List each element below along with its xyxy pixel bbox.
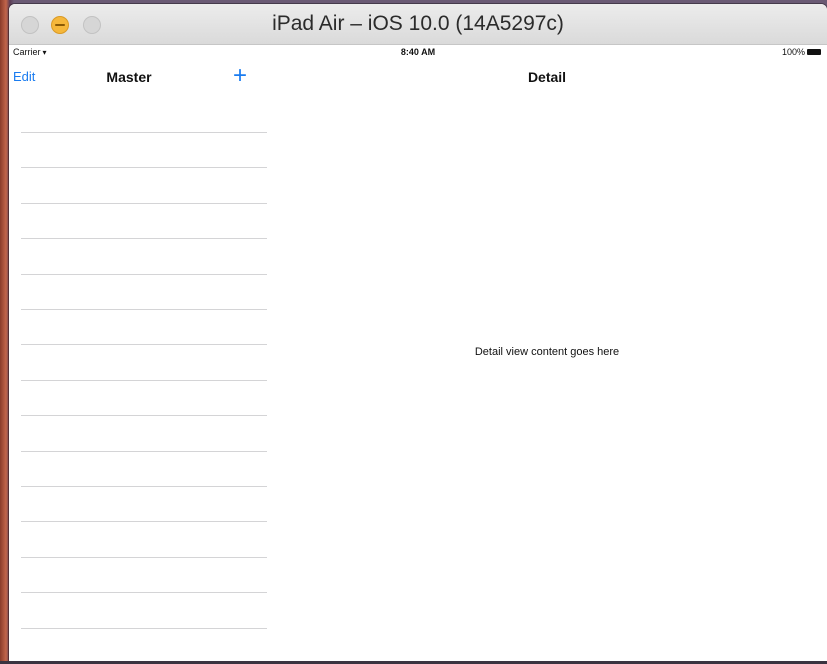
detail-title: Detail xyxy=(527,69,567,85)
table-row-separator xyxy=(21,238,267,239)
table-row-separator xyxy=(21,557,267,558)
table-row-separator xyxy=(21,344,267,345)
table-row-separator xyxy=(21,628,267,629)
table-row-separator xyxy=(21,486,267,487)
add-button[interactable]: + xyxy=(233,61,247,91)
window-titlebar: iPad Air – iOS 10.0 (14A5297c) xyxy=(9,4,827,45)
table-row-separator xyxy=(21,380,267,381)
ios-status-bar: Carrier ▾ 8:40 AM 100% xyxy=(9,45,827,61)
battery-percent: 100% xyxy=(781,47,805,57)
battery-icon xyxy=(807,49,821,55)
edit-button[interactable]: Edit xyxy=(13,69,35,84)
table-row-separator xyxy=(21,415,267,416)
master-table-view[interactable] xyxy=(9,96,267,661)
window-title: iPad Air – iOS 10.0 (14A5297c) xyxy=(272,12,564,35)
table-row-separator xyxy=(21,521,267,522)
battery-indicator: 100% xyxy=(782,47,821,57)
master-navigation-bar: Edit Master + xyxy=(9,61,267,97)
table-row-separator xyxy=(21,451,267,452)
table-row-separator xyxy=(21,309,267,310)
detail-pane: Detail view content goes here xyxy=(267,96,827,661)
split-view-content: Detail view content goes here xyxy=(9,96,827,661)
status-time: 8:40 AM xyxy=(400,47,436,57)
table-row-separator xyxy=(21,592,267,593)
navigation-bar: Edit Master + Detail xyxy=(9,61,827,97)
table-row-separator xyxy=(21,167,267,168)
detail-content-label: Detail view content goes here xyxy=(474,346,620,358)
table-row-separator xyxy=(21,132,267,133)
table-row-separator xyxy=(21,274,267,275)
table-row-separator xyxy=(21,203,267,204)
simulator-window: iPad Air – iOS 10.0 (14A5297c) Carrier ▾ … xyxy=(9,4,827,661)
master-title: Master xyxy=(106,69,152,85)
